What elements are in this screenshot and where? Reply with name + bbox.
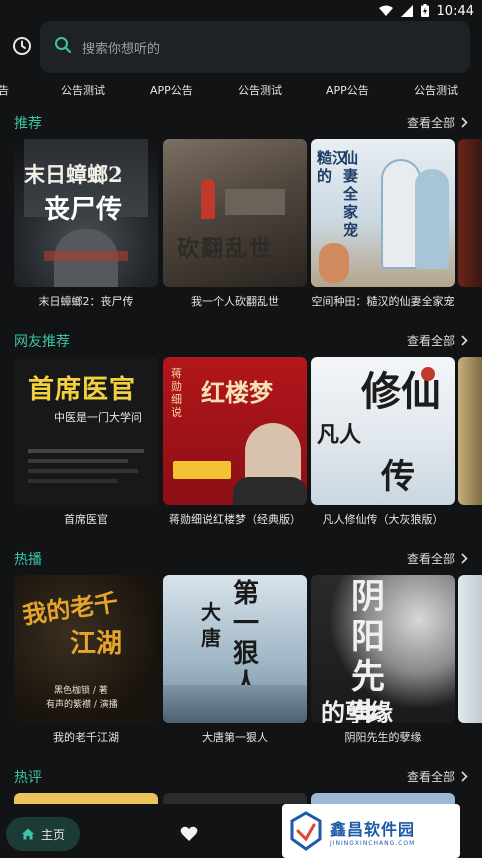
see-all-button[interactable]: 查看全部: [407, 550, 468, 567]
cover-text: 江湖: [70, 629, 123, 659]
announcement-tabs: 告 公告测试 APP公告 公告测试 APP公告 公告测试: [0, 82, 482, 100]
book-cover: 我的老千 江湖 黑色枷锁 / 著 有声的紫襟 / 演播: [14, 575, 158, 723]
nav-home-label: 主页: [40, 827, 65, 842]
cover-text: 末日蟑螂2: [24, 162, 123, 187]
status-bar: 10:44: [0, 0, 482, 20]
book-card[interactable]: 首席医官 中医是一门大学问 首席医官: [14, 357, 158, 528]
home-icon: [21, 828, 34, 840]
book-card[interactable]: 砍翻乱世 我一个人砍翻乱世: [163, 139, 307, 310]
book-cover-peek: [458, 357, 482, 505]
logo-icon: [290, 811, 322, 851]
cover-text: 大唐: [201, 600, 221, 650]
watermark-logo: 鑫昌软件园 JININGXINCHANG.COM: [282, 804, 460, 858]
book-card[interactable]: 阴阳先生 的孽缘 阴阳先生的孽缘: [311, 575, 455, 746]
watermark-url: JININGXINCHANG.COM: [330, 839, 416, 847]
clock-icon: [13, 37, 31, 55]
tab-item[interactable]: 公告测试: [61, 82, 105, 98]
see-all-button[interactable]: 查看全部: [407, 768, 468, 785]
see-all-label: 查看全部: [406, 552, 455, 566]
book-cover-peek: [458, 139, 482, 287]
nav-home-button[interactable]: 主页: [6, 817, 80, 851]
see-all-label: 查看全部: [406, 770, 455, 784]
book-title: 我的老千江湖: [53, 731, 119, 744]
section-title: 网友推荐: [14, 334, 70, 350]
book-title: 首席医官: [64, 513, 108, 526]
tab-item[interactable]: APP公告: [326, 82, 369, 98]
book-card[interactable]: 末日蟑螂2 丧尸传 末日蟑螂2：丧尸传: [14, 139, 158, 310]
watermark-title: 鑫昌软件园: [330, 819, 416, 839]
cover-text: 有声的紫襟 / 演播: [46, 700, 118, 710]
cover-text: 黑色枷锁 / 著: [54, 686, 108, 696]
chevron-right-icon: [461, 335, 468, 346]
see-all-button[interactable]: 查看全部: [407, 114, 468, 131]
see-all-label: 查看全部: [406, 116, 455, 130]
chevron-right-icon: [461, 117, 468, 128]
book-cover: 阴阳先生 的孽缘: [311, 575, 455, 723]
cover-text: 仙妻全家宠: [343, 149, 359, 239]
tab-item[interactable]: 公告测试: [414, 82, 458, 98]
book-cover: 首席医官 中医是一门大学问: [14, 357, 158, 505]
cover-text: 中医是一门大学问: [54, 411, 142, 424]
cover-text: 丧尸传: [44, 195, 123, 225]
status-time: 10:44: [436, 4, 474, 19]
search-icon: [54, 36, 72, 58]
book-title: 大唐第一狠人: [202, 731, 268, 744]
search-input[interactable]: 搜索你想听的: [40, 21, 470, 73]
book-card[interactable]: 蒋勋细说 红楼梦 蒋勋细说红楼梦（经典版）: [163, 357, 307, 528]
book-cover: 砍翻乱世: [163, 139, 307, 287]
signal-icon: [400, 2, 413, 21]
book-cover-peek: [458, 575, 482, 723]
cover-text: 传: [381, 457, 415, 497]
book-cover: 末日蟑螂2 丧尸传: [14, 139, 158, 287]
book-card[interactable]: 第一狠人 大唐 大唐第一狠人: [163, 575, 307, 746]
book-cover: 糙汉的 仙妻全家宠: [311, 139, 455, 287]
see-all-button[interactable]: 查看全部: [407, 332, 468, 349]
chevron-right-icon: [461, 553, 468, 564]
battery-icon: [420, 2, 429, 21]
cover-text: 的孽缘: [321, 698, 393, 723]
heart-icon: [180, 826, 198, 841]
chevron-right-icon: [461, 771, 468, 782]
cover-text: 砍翻乱世: [177, 236, 274, 262]
cover-text: 红楼梦: [201, 378, 273, 407]
search-placeholder: 搜索你想听的: [82, 41, 161, 57]
section-title: 推荐: [14, 116, 42, 132]
book-title: 末日蟑螂2：丧尸传: [38, 295, 134, 308]
book-cover: 第一狠人 大唐: [163, 575, 307, 723]
wifi-icon: [378, 2, 393, 21]
cover-text: 首席医官: [28, 375, 137, 405]
book-title: 空间种田：糙汉的仙妻全家宠: [311, 295, 455, 308]
history-button[interactable]: [10, 34, 34, 58]
section-title: 热评: [14, 770, 42, 786]
book-card[interactable]: 我的老千 江湖 黑色枷锁 / 著 有声的紫襟 / 演播 我的老千江湖: [14, 575, 158, 746]
cover-text: 蒋勋细说: [171, 367, 182, 419]
book-title: 我一个人砍翻乱世: [191, 295, 279, 308]
book-cover: 修仙 凡人 传: [311, 357, 455, 505]
book-title: 蒋勋细说红楼梦（经典版）: [169, 513, 301, 526]
cover-text: 第一狠人: [233, 579, 260, 699]
book-title: 凡人修仙传（大灰狼版）: [322, 513, 444, 526]
book-card[interactable]: 修仙 凡人 传 凡人修仙传（大灰狼版）: [311, 357, 455, 528]
book-cover: 蒋勋细说 红楼梦: [163, 357, 307, 505]
book-title: 阴阳先生的孽缘: [344, 731, 422, 744]
tab-item[interactable]: 公告测试: [238, 82, 282, 98]
nav-favorites-button[interactable]: [180, 826, 198, 846]
see-all-label: 查看全部: [406, 334, 455, 348]
section-title: 热播: [14, 552, 42, 568]
book-card[interactable]: 糙汉的 仙妻全家宠 空间种田：糙汉的仙妻全家宠: [311, 139, 455, 310]
tab-item[interactable]: APP公告: [150, 82, 193, 98]
cover-text: 凡人: [317, 422, 362, 448]
tab-item[interactable]: 告: [0, 82, 9, 98]
